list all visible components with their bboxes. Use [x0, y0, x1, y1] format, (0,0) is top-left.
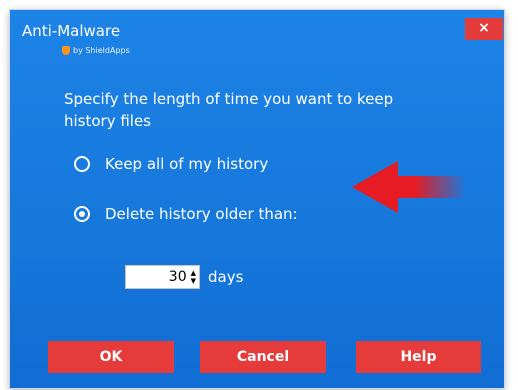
- option-delete-older-label: Delete history older than:: [105, 205, 298, 223]
- annotation-arrow-icon: [352, 161, 466, 213]
- instruction-text: Specify the length of time you want to k…: [64, 90, 394, 130]
- days-stepper[interactable]: 30 ▲ ▼: [125, 265, 200, 289]
- option-delete-older[interactable]: Delete history older than:: [74, 205, 298, 223]
- ok-button[interactable]: OK: [48, 341, 174, 373]
- radio-delete-older[interactable]: [74, 206, 90, 222]
- radio-keep-all[interactable]: [74, 156, 90, 172]
- option-keep-all[interactable]: Keep all of my history: [74, 155, 268, 173]
- retention-row: 30 ▲ ▼ days: [125, 265, 243, 289]
- close-icon: ×: [478, 20, 490, 36]
- days-unit-label: days: [208, 268, 244, 286]
- spin-up-icon[interactable]: ▲: [191, 269, 196, 277]
- days-value: 30: [168, 269, 187, 285]
- spin-down-icon[interactable]: ▼: [191, 277, 196, 285]
- byline: by ShieldApps: [62, 46, 130, 55]
- anti-malware-dialog: Anti-Malware by ShieldApps × Specify the…: [10, 10, 504, 388]
- close-button[interactable]: ×: [465, 18, 503, 40]
- window-title: Anti-Malware: [22, 22, 121, 40]
- byline-text: by ShieldApps: [73, 46, 130, 55]
- spinner-icon[interactable]: ▲ ▼: [191, 269, 196, 285]
- help-button[interactable]: Help: [356, 341, 481, 373]
- shieldapps-logo-icon: [62, 46, 70, 55]
- cancel-button[interactable]: Cancel: [200, 341, 326, 373]
- option-keep-all-label: Keep all of my history: [105, 155, 269, 173]
